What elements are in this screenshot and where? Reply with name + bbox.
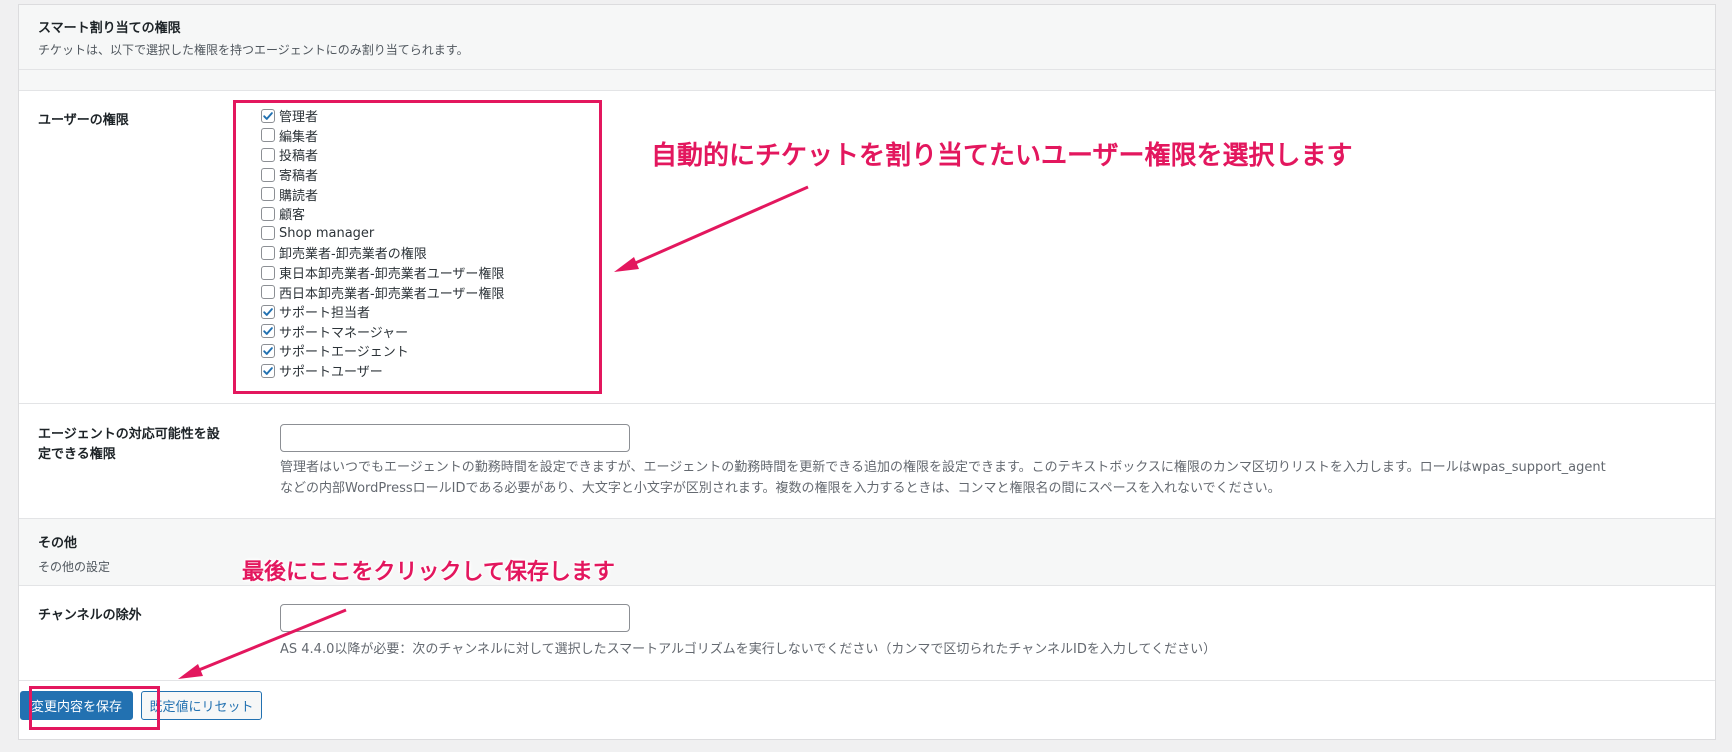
roles-arrow: [614, 185, 809, 272]
save-arrow: [178, 608, 347, 679]
annotation-arrows: [178, 185, 809, 679]
